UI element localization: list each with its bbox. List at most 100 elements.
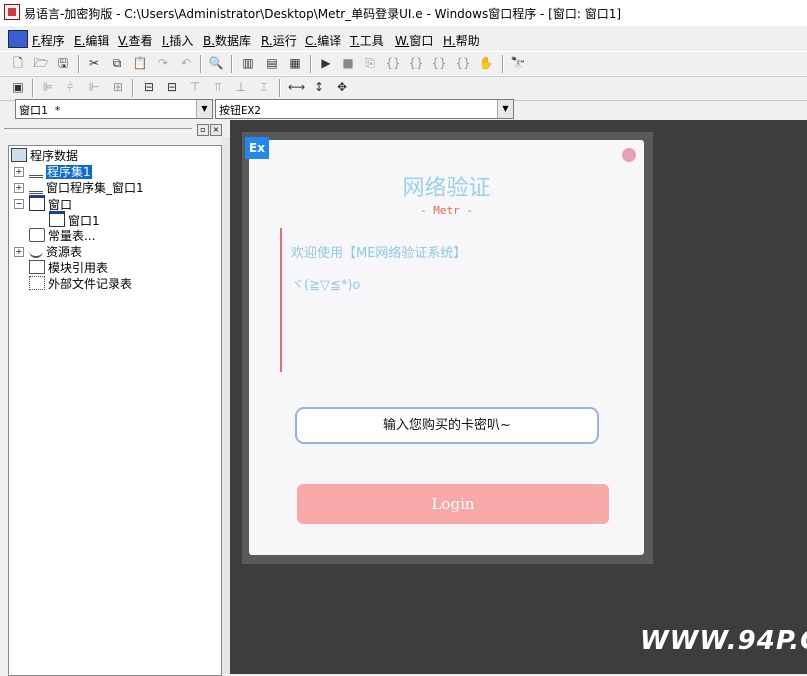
align-top-icon[interactable]: ⊤ [187,79,203,95]
menu-compile[interactable]: C.编译 [305,32,341,49]
layout-full-icon[interactable]: ▦ [287,55,303,71]
align-middle-icon[interactable]: ⫪ [210,79,226,95]
standard-toolbar: 🗋 🗁 🖫 ✂ ⧉ 📋 ↷ ↶ 🔍 ▥ ▤ ▦ ▶ ■ ⎘ {} {} {} {… [0,51,807,77]
quote-accent-bar [280,228,282,372]
menu-bar: F.程序 E.编辑 V.查看 I.插入 B.数据库 R.运行 C.编译 T.工具… [0,28,807,50]
restore-icon[interactable]: ▫ [197,124,209,136]
toolbar-separator [78,55,80,73]
stop-icon[interactable]: ■ [340,55,356,71]
menu-tools[interactable]: T.工具 [350,32,384,49]
tree-item-window1[interactable]: 窗口1 [49,211,100,228]
welcome-text: 欢迎使用【ME网络验证系统】 [291,246,467,261]
module-reference-icon [29,260,45,274]
database-icon [11,148,27,162]
collapse-icon[interactable]: − [14,199,24,209]
emoticon-text: ヾ(≧▽≦*)o [291,278,361,293]
center-horizontal-icon[interactable]: ⊟ [141,79,157,95]
toolbar-separator [279,79,281,97]
external-file-icon [29,276,45,290]
step-out-icon[interactable]: {} [408,55,424,71]
tree-item-external-files[interactable]: 外部文件记录表 [29,275,132,291]
tree-item-constants[interactable]: 常量表... [29,227,95,243]
find-icon[interactable]: 🔍 [208,55,224,71]
toolbar-separator [231,55,233,73]
tree-item-assembly1[interactable]: 程序集1 [29,163,92,179]
ex-badge: Ex [245,137,269,159]
menu-insert[interactable]: I.插入 [162,32,193,49]
panel-grip[interactable] [4,128,192,132]
open-folder-icon[interactable]: 🗁 [33,55,49,71]
toolbar-separator [200,55,202,73]
space-equal-icon[interactable]: ⌶ [256,79,272,95]
align-center-icon[interactable]: ⫩ [62,79,78,95]
menu-edit[interactable]: E.编辑 [74,32,109,49]
same-width-icon[interactable]: ⟷ [288,79,305,95]
align-grid-icon[interactable]: ⊞ [110,79,126,95]
same-size-icon[interactable]: ✥ [334,79,350,95]
close-dot-icon[interactable] [622,148,636,162]
redo-icon[interactable]: ↷ [155,55,171,71]
align-left-icon[interactable]: ⊫ [40,79,56,95]
toolbar-separator [132,79,134,97]
tree-item-window-assembly[interactable]: 窗口程序集_窗口1 [29,179,144,195]
menu-database[interactable]: B.数据库 [203,32,251,49]
form-icon[interactable]: ▣ [10,79,26,95]
undo-icon[interactable]: ↶ [178,55,194,71]
title-bar: 易语言-加密狗版 - C:\Users\Administrator\Deskto… [0,0,807,26]
binoculars-icon[interactable]: 🔭 [510,55,526,71]
toolbar-separator [502,55,504,73]
constants-icon [29,228,45,242]
expand-icon[interactable]: + [14,247,24,257]
breakpoint-icon[interactable]: {} [455,55,471,71]
menu-program[interactable]: F.程序 [32,32,65,49]
card-key-input[interactable]: 输入您购买的卡密叭~ [295,407,599,444]
project-tree: 程序数据 + 程序集1 + 窗口程序集_窗口1 − 窗口 窗口1 常量表... … [8,145,222,676]
menu-run[interactable]: R.运行 [261,32,297,49]
component-combo-value: 按钮EX2 [219,104,261,117]
chevron-down-icon[interactable]: ▼ [196,100,212,118]
copy-icon[interactable]: ⧉ [109,55,125,71]
align-toolbar: ▣ ⊫ ⫩ ⊩ ⊞ ⊟ ⊟ ⊤ ⫪ ⊥ ⌶ ⟷ ↕ ✥ [0,75,807,101]
form-title: 网络验证 [402,176,491,201]
tree-item-module-refs[interactable]: 模块引用表 [29,259,108,275]
center-vertical-icon[interactable]: ⊟ [164,79,180,95]
module-stack-icon [29,179,43,194]
chevron-down-icon[interactable]: ▼ [497,100,513,118]
component-combo[interactable]: 按钮EX2 ▼ [215,99,514,119]
ide-logo-icon [8,30,28,48]
app-icon [4,4,20,20]
menu-help[interactable]: H.帮助 [443,32,480,49]
window-icon [29,195,45,211]
form-subtitle: - Metr - [420,204,473,217]
step-in-icon[interactable]: {} [385,55,401,71]
window-combo-value: 窗口1 * [19,104,61,117]
login-button[interactable]: Login [297,484,609,524]
step-over-icon[interactable]: ⎘ [362,55,378,71]
expand-icon[interactable]: + [14,167,24,177]
align-right-icon[interactable]: ⊩ [86,79,102,95]
splitter[interactable] [222,137,230,674]
watermark: WWW.94P.CN [640,626,807,656]
paste-icon[interactable]: 📋 [132,55,148,71]
layout-left-icon[interactable]: ▥ [240,55,256,71]
new-file-icon[interactable]: 🗋 [10,55,26,71]
toolbar-separator [310,55,312,73]
save-icon[interactable]: 🖫 [55,55,71,71]
resources-icon [29,244,43,258]
hand-icon[interactable]: ✋ [478,55,494,71]
close-icon[interactable]: × [210,124,222,136]
layout-top-icon[interactable]: ▤ [264,55,280,71]
window-combo[interactable]: 窗口1 * ▼ [15,99,213,119]
align-bottom-icon[interactable]: ⊥ [233,79,249,95]
window-icon [49,211,65,227]
same-height-icon[interactable]: ↕ [311,79,327,95]
run-icon[interactable]: ▶ [318,55,334,71]
tree-item-windows[interactable]: 窗口 [29,195,72,212]
tree-root[interactable]: 程序数据 [11,147,78,163]
expand-icon[interactable]: + [14,183,24,193]
tree-item-resources[interactable]: 资源表 [29,243,82,259]
run-to-cursor-icon[interactable]: {} [431,55,447,71]
menu-view[interactable]: V.查看 [118,32,153,49]
cut-icon[interactable]: ✂ [86,55,102,71]
menu-window[interactable]: W.窗口 [395,32,433,49]
